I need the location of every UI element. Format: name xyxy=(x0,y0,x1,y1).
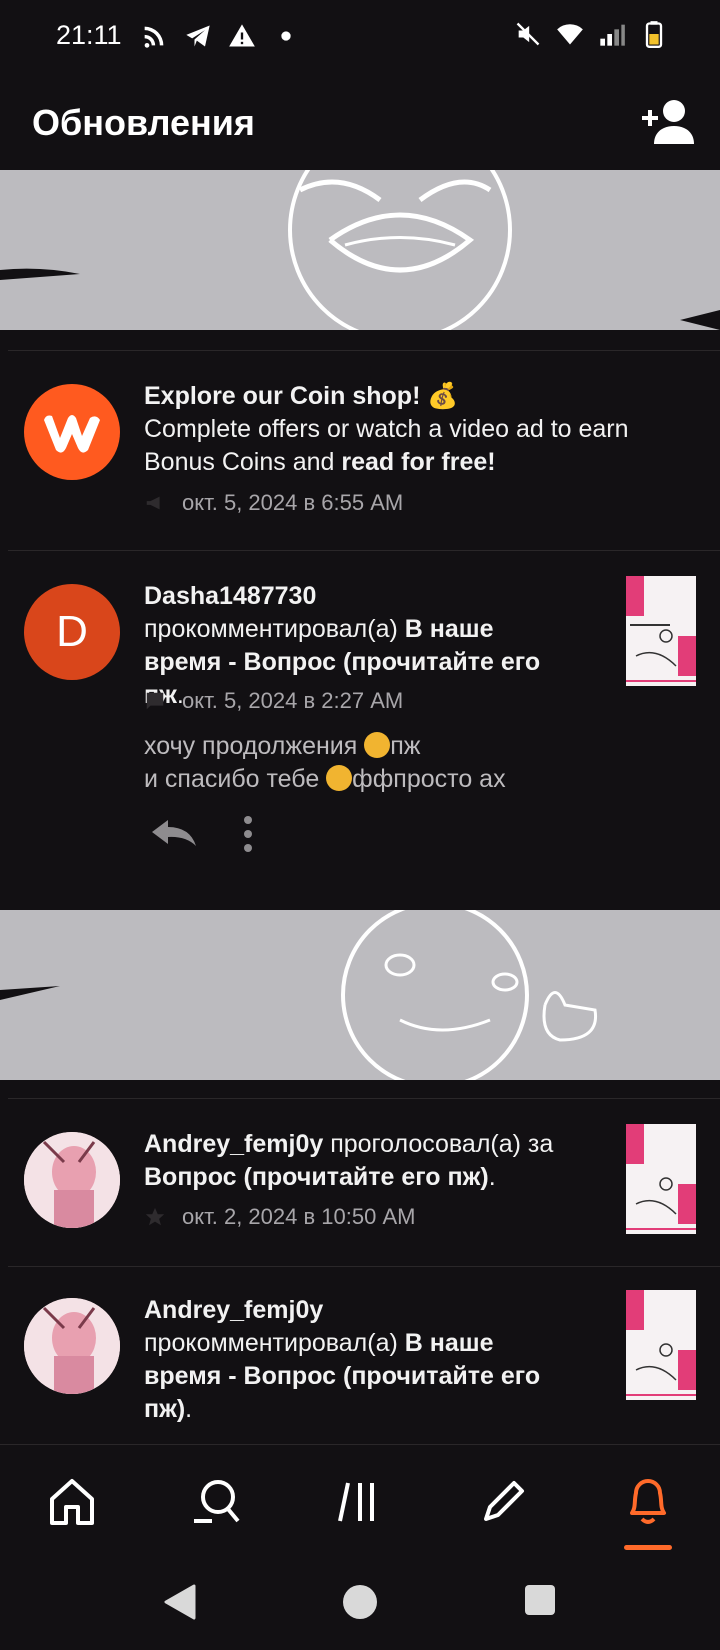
rss-icon xyxy=(144,26,164,48)
timestamp: окт. 2, 2024 в 10:50 AM xyxy=(182,1204,416,1229)
notification-comment[interactable]: Andrey_femj0y прокомментировал(а) В наше… xyxy=(0,1266,720,1444)
active-tab-indicator xyxy=(624,1545,672,1550)
avatar[interactable] xyxy=(24,1298,120,1394)
status-bar: 21:11 xyxy=(0,0,720,72)
notification-vote[interactable]: Andrey_femj0y проголосовал(а) за Вопрос … xyxy=(0,1098,720,1266)
notification-link: read for free! xyxy=(341,448,496,476)
punctuation: . xyxy=(488,1163,496,1191)
comment-line: хочу продолжения xyxy=(144,732,365,760)
timestamp: окт. 5, 2024 в 2:27 AM xyxy=(182,688,404,713)
notification-coin-shop[interactable]: Explore our Coin shop! 💰 Complete offers… xyxy=(0,350,720,550)
story-thumbnail[interactable] xyxy=(626,1124,696,1234)
username[interactable]: Andrey_femj0y xyxy=(144,1130,323,1158)
comment-text: хочу продолжения пж и спасибо тебе ффпро… xyxy=(144,730,506,796)
library-icon[interactable] xyxy=(332,1473,388,1529)
more-icon[interactable] xyxy=(240,814,256,854)
story-title[interactable]: пж) xyxy=(144,1395,185,1423)
notification-meta: окт. 5, 2024 в 2:27 AM xyxy=(144,688,403,714)
wattpad-w-icon xyxy=(44,415,100,453)
action-text: прокомментировал(а) xyxy=(144,615,405,643)
punctuation: . xyxy=(185,1395,193,1423)
story-title[interactable]: время - Вопрос (прочитайте его xyxy=(144,1362,540,1390)
timestamp: окт. 5, 2024 в 6:55 AM xyxy=(182,490,404,515)
signal-icon xyxy=(600,24,625,46)
avatar-letter: D xyxy=(56,607,88,656)
system-navigation xyxy=(0,1554,720,1650)
notification-line: Bonus Coins and xyxy=(144,448,342,476)
story-title[interactable]: время - Вопрос (прочитайте его xyxy=(144,648,540,676)
avatar-image xyxy=(24,1298,120,1394)
bell-icon[interactable] xyxy=(620,1473,676,1529)
manga-cover-icon xyxy=(626,1124,696,1234)
battery-icon xyxy=(645,21,663,48)
manga-cover-icon xyxy=(626,576,696,686)
scribble-face-icon xyxy=(0,170,720,330)
notification-text: Explore our Coin shop! 💰 Complete offers… xyxy=(144,380,704,479)
comment-line: пж xyxy=(390,732,421,760)
home-circle-icon[interactable] xyxy=(340,1582,380,1622)
notification-comment[interactable]: D Dasha1487730 прокомментировал(а) В наш… xyxy=(0,550,720,910)
add-user-icon[interactable] xyxy=(640,98,696,146)
smiling-emoji-icon xyxy=(364,732,391,758)
action-text: прокомментировал(а) xyxy=(144,1329,405,1357)
telegram-icon xyxy=(186,25,210,47)
wattpad-logo xyxy=(24,384,120,480)
scribble-face-icon xyxy=(0,910,720,1080)
bottom-navigation xyxy=(0,1444,720,1554)
kissing-emoji-icon xyxy=(326,765,353,791)
avatar[interactable]: D xyxy=(24,584,120,680)
comment-line: и спасибо тебе xyxy=(144,765,327,793)
star-icon xyxy=(145,1207,165,1226)
story-title[interactable]: Вопрос (прочитайте его пж) xyxy=(144,1163,489,1191)
page-title: Обновления xyxy=(32,102,255,143)
status-left-icons xyxy=(140,22,300,50)
username[interactable]: Andrey_femj0y xyxy=(144,1296,323,1324)
story-title[interactable]: В наше xyxy=(405,1329,494,1357)
page-header: Обновления xyxy=(0,90,720,162)
back-icon[interactable] xyxy=(162,1582,198,1622)
story-thumbnail[interactable] xyxy=(626,1290,696,1400)
status-right-icons xyxy=(514,20,668,48)
notification-line: Complete offers or watch a video ad to e… xyxy=(144,415,629,443)
recents-icon[interactable] xyxy=(522,1582,558,1618)
search-icon[interactable] xyxy=(188,1473,244,1529)
username[interactable]: Dasha1487730 xyxy=(144,582,316,610)
wifi-icon xyxy=(557,24,583,45)
manga-cover-icon xyxy=(626,1290,696,1400)
warning-icon xyxy=(229,24,255,47)
write-icon[interactable] xyxy=(476,1473,532,1529)
notification-text: Andrey_femj0y проголосовал(а) за Вопрос … xyxy=(144,1128,604,1194)
avatar[interactable] xyxy=(24,1132,120,1228)
reply-icon[interactable] xyxy=(150,816,198,852)
comment-icon xyxy=(146,692,164,710)
dot-icon xyxy=(281,31,291,41)
mute-icon xyxy=(516,22,540,46)
notification-meta: окт. 5, 2024 в 6:55 AM xyxy=(144,490,403,516)
notification-text: Andrey_femj0y прокомментировал(а) В наше… xyxy=(144,1294,604,1426)
scribble-overlay-top xyxy=(0,170,720,330)
home-icon[interactable] xyxy=(44,1473,100,1529)
avatar-image xyxy=(24,1132,120,1228)
action-text: проголосовал(а) за xyxy=(323,1130,554,1158)
story-thumbnail[interactable] xyxy=(626,576,696,686)
notification-title: Explore our Coin shop! 💰 xyxy=(144,382,459,410)
story-title[interactable]: В наше xyxy=(405,615,494,643)
comment-line: ффпросто ах xyxy=(352,765,506,793)
scribble-overlay-middle xyxy=(0,910,720,1080)
notification-meta: окт. 2, 2024 в 10:50 AM xyxy=(144,1204,415,1230)
status-time: 21:11 xyxy=(56,20,122,50)
megaphone-icon xyxy=(146,496,160,510)
